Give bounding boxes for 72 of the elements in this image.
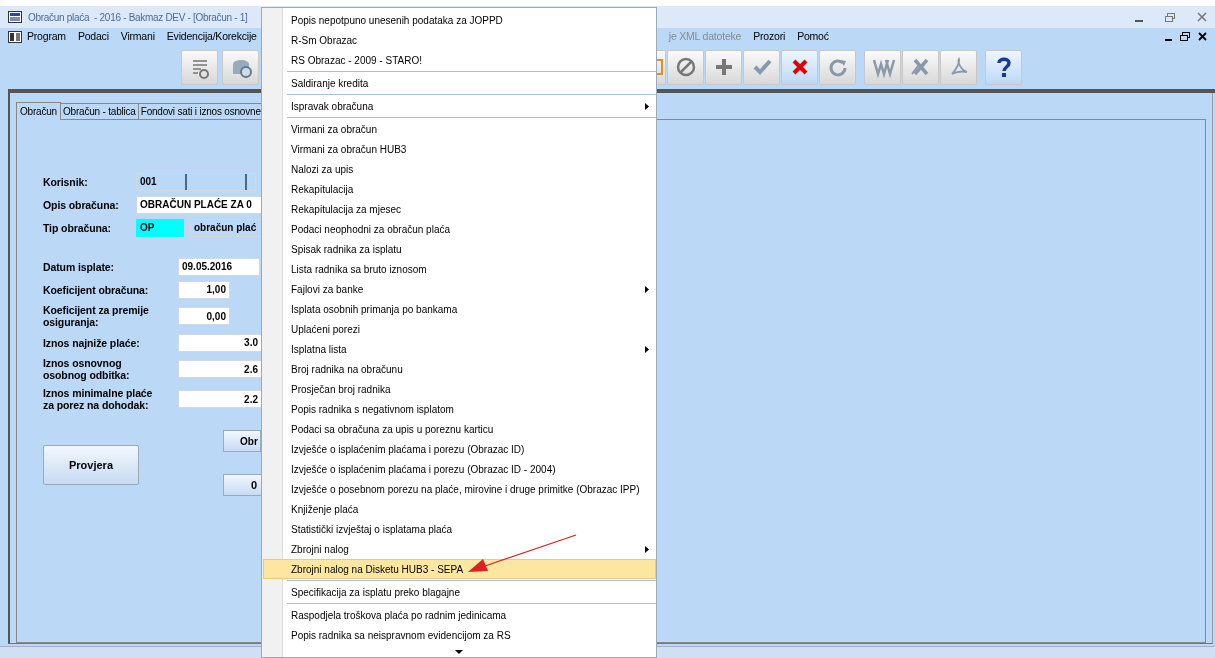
date-field[interactable]: 09.05.2016 <box>178 257 260 276</box>
type-code-field[interactable]: OP <box>136 218 184 237</box>
menu-item[interactable]: Ispravak obračuna <box>263 96 656 116</box>
menu-item[interactable]: Podaci sa obračuna za upis u poreznu karticu <box>263 419 656 439</box>
scroll-down-icon[interactable] <box>455 650 463 654</box>
tab[interactable]: Obračun - tablica <box>60 103 139 119</box>
minimize-icon[interactable] <box>1165 38 1172 41</box>
number-field[interactable]: 1,00 <box>178 280 230 299</box>
toolbar-button[interactable] <box>985 49 1022 85</box>
app-icon <box>8 11 22 23</box>
menu-item[interactable]: Virmani za obračun <box>263 119 656 139</box>
field-label: Tip obračuna: <box>43 221 112 234</box>
window-title: Obračun plaća - 2016 - Bakmaz DEV - [Obračun - 1] <box>28 10 248 25</box>
field-label: Iznos najniže plaće: <box>43 336 141 349</box>
field-label: Korisnik: <box>43 175 89 188</box>
document-icon[interactable] <box>8 30 22 43</box>
menu-bar-item[interactable]: Program <box>27 28 66 45</box>
menu-item[interactable]: Isplatna lista <box>263 339 656 359</box>
field-label: Koeficijent obračuna: <box>43 283 150 296</box>
menu-item[interactable]: Raspodjela troškova plaća po radnim jedinicama <box>263 605 656 625</box>
number-field[interactable]: 0,00 <box>178 307 230 325</box>
menu-item[interactable]: Uplaćeni porezi <box>263 319 656 339</box>
toolbar-button[interactable] <box>781 49 818 85</box>
submenu-arrow-icon <box>645 345 649 353</box>
menu-item[interactable]: Lista radnika sa bruto iznosom <box>263 259 656 279</box>
tab[interactable]: Obračun <box>16 102 61 120</box>
menu-item[interactable]: Isplata osobnih primanja po bankama <box>263 299 656 319</box>
menu-item[interactable]: Statistički izvještaj o isplatama plaća <box>263 519 656 539</box>
menu-item[interactable]: Knjiženje plaća <box>263 499 656 519</box>
amount-field[interactable]: 2.6 <box>178 360 262 378</box>
focused-field[interactable] <box>185 173 247 190</box>
user-code-field[interactable]: 001 <box>136 172 256 191</box>
menu-bar-item[interactable]: Evidencija/Korekcije <box>166 28 257 45</box>
menu-item[interactable]: Popis radnika sa neispravnom evidencijom za RS <box>263 625 656 645</box>
menu-item[interactable]: RS Obrazac - 2009 - STARO! <box>263 50 656 70</box>
menu-item[interactable]: Nalozi za upis <box>263 159 656 179</box>
field-label: Datum isplate: <box>43 260 115 273</box>
menu-item[interactable]: Zbrojni nalog na Disketu HUB3 - SEPA <box>263 559 656 579</box>
menu-bar-item[interactable]: Podaci <box>77 28 109 45</box>
menu-bar-item[interactable]: Virmani <box>120 28 155 45</box>
check-button[interactable]: Provjera <box>43 445 139 485</box>
menu-item[interactable]: Izvješće o isplaćenim plaćama i porezu (Obrazac ID - 2004) <box>263 459 656 479</box>
field-label: Iznos osnovnog osobnog odbitka: <box>43 357 131 381</box>
submenu-arrow-icon <box>645 285 649 293</box>
menu-item[interactable]: Izvješće o isplaćenim plaćama i porezu (Obrazac ID) <box>263 439 656 459</box>
menu-item[interactable]: Prosječan broj radnika <box>263 379 656 399</box>
menu-item[interactable]: Spisak radnika za isplatu <box>263 239 656 259</box>
amount-field[interactable]: 2.2 <box>178 390 262 408</box>
menu-item[interactable]: Broj radnika na obračunu <box>263 359 656 379</box>
menu-item[interactable]: Saldiranje kredita <box>263 73 656 93</box>
menu-item[interactable]: Fajlovi za banke <box>263 279 656 299</box>
submenu-arrow-icon <box>645 102 649 110</box>
menu-item[interactable]: Specifikacija za isplatu preko blagajne <box>263 582 656 602</box>
zero-button[interactable]: 0 <box>223 474 263 496</box>
field-label: Opis obračuna: <box>43 198 120 211</box>
menu-item[interactable]: Popis radnika s negativnom isplatom <box>263 399 656 419</box>
menu-item[interactable]: Virmani za obračun HUB3 <box>263 139 656 159</box>
calculate-button[interactable]: Obr <box>223 430 261 452</box>
menu-item[interactable]: R-Sm Obrazac <box>263 30 656 50</box>
menu-bar-item[interactable]: Pomoć <box>797 28 829 45</box>
field-label: Iznos minimalne plaće za porez na dohodak: <box>43 387 154 411</box>
submenu-arrow-icon <box>645 545 649 553</box>
menu-bar-item[interactable]: Prozori <box>753 28 786 45</box>
toolbar-button[interactable] <box>667 49 704 85</box>
menu-item[interactable]: Zbrojni nalog <box>263 539 656 559</box>
toolbar-button[interactable] <box>222 49 259 85</box>
close-icon[interactable] <box>1198 32 1207 41</box>
menu-item[interactable]: Izvješće o posebnom porezu na plaće, mirovine i druge primitke (Obrazac IPP) <box>263 479 656 499</box>
menu-item[interactable]: Popis nepotpuno unesenih podataka za JOPPD <box>263 10 656 30</box>
field-label: Koeficijent za premije osiguranja: <box>43 304 150 328</box>
toolbar-button[interactable] <box>705 49 742 85</box>
amount-field[interactable]: 3.0 <box>178 333 262 352</box>
